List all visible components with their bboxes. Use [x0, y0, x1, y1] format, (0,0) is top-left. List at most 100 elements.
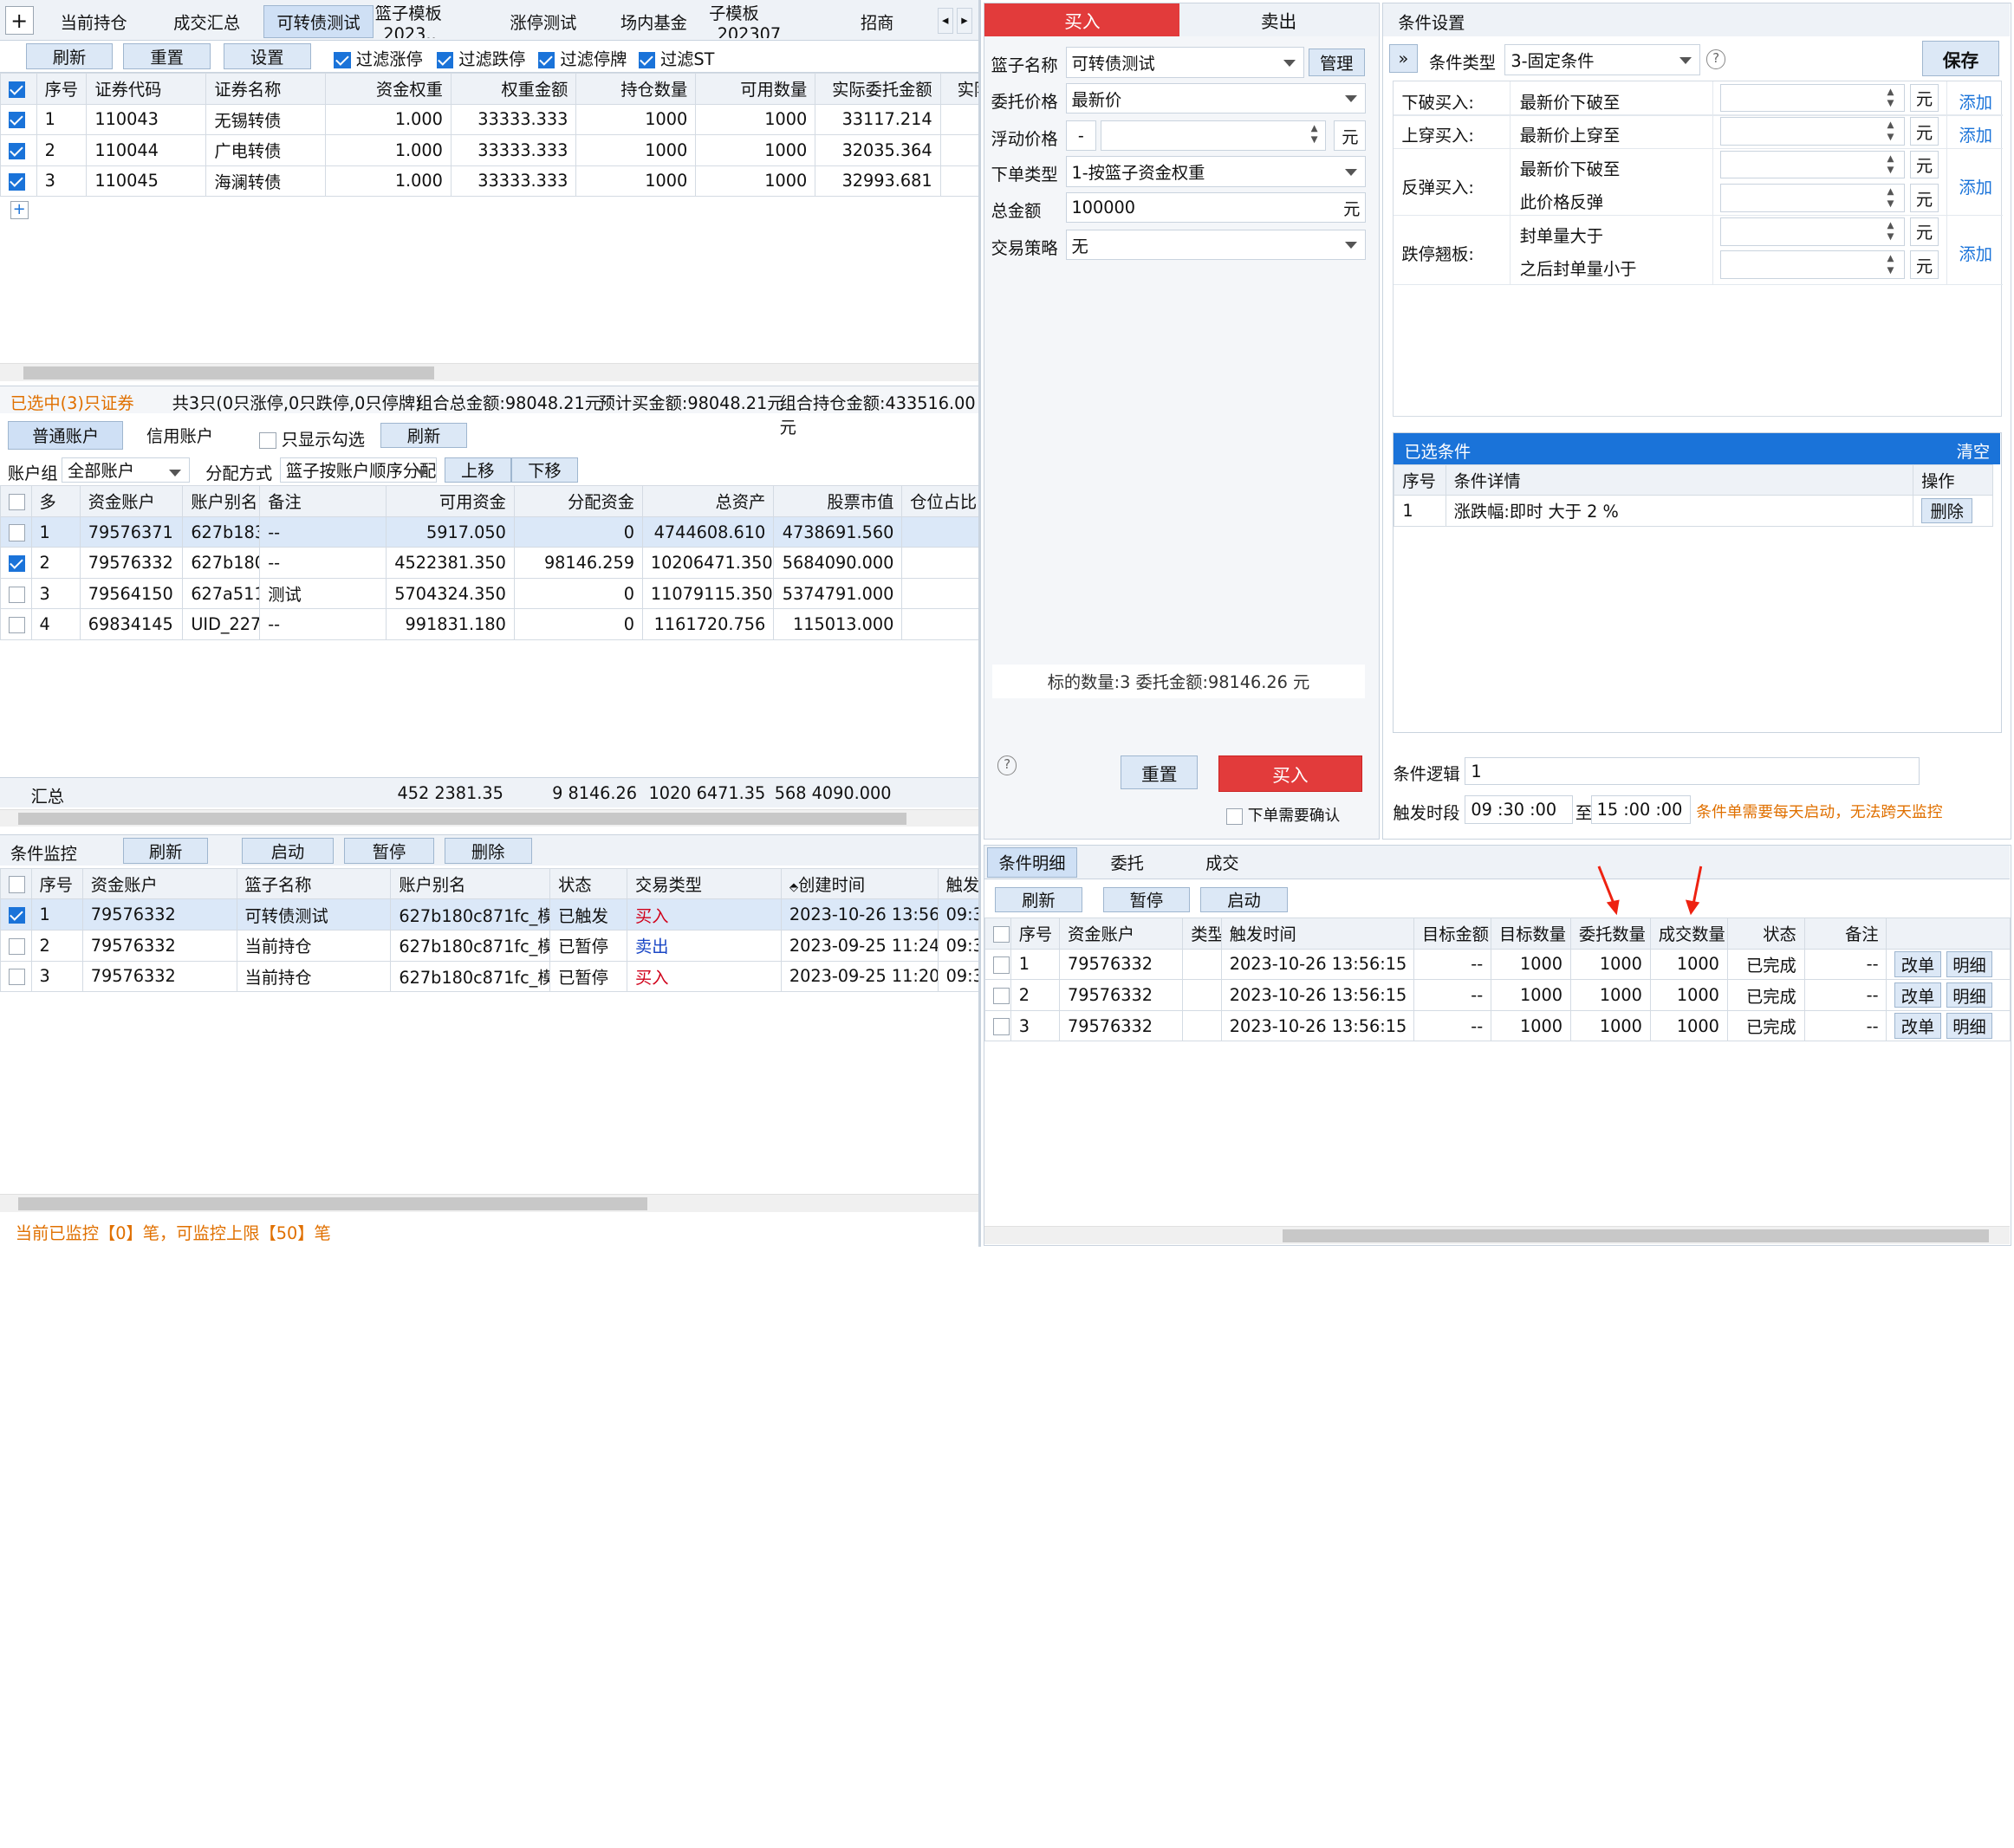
only-checked-checkbox[interactable]: [259, 431, 276, 450]
order-reset-button[interactable]: 重置: [1121, 755, 1199, 789]
distribution-select[interactable]: 篮子按账户顺序分配: [280, 457, 437, 483]
detail-button[interactable]: 明细: [1946, 982, 1993, 1008]
order-type-select[interactable]: 1-按篮子资金权重: [1065, 156, 1367, 187]
only-checked-toggle[interactable]: 只显示勾选: [259, 426, 365, 451]
row-checkbox[interactable]: [993, 987, 1010, 1005]
basket-select[interactable]: 可转债测试: [1065, 47, 1305, 78]
detail-start-button[interactable]: 启动: [1200, 886, 1288, 913]
logic-input[interactable]: 1: [1465, 756, 1920, 786]
monitor-refresh-button[interactable]: 刷新: [123, 838, 209, 864]
clear-button[interactable]: 清空: [1957, 438, 1991, 463]
checkbox[interactable]: [8, 81, 26, 98]
settings-button[interactable]: 设置: [223, 43, 311, 69]
tab-scroll-right-icon[interactable]: ▸: [957, 7, 972, 34]
start-time-input[interactable]: 09 :30 :00: [1465, 795, 1573, 824]
col-header[interactable]: 证券代码: [86, 72, 207, 105]
col-header[interactable]: 委托数量: [1569, 918, 1651, 950]
move-down-button[interactable]: 下移: [510, 457, 578, 483]
table-row[interactable]: 1 涨跌幅:即时 大于 2 % 删除: [1394, 495, 1994, 527]
detail-scrollbar[interactable]: [984, 1225, 2010, 1244]
filter-limit-down-checkbox[interactable]: [436, 52, 454, 69]
reset-button[interactable]: 重置: [123, 43, 211, 69]
tab-orders[interactable]: 委托: [1082, 847, 1173, 879]
filter-limit-up[interactable]: 过滤涨停: [334, 46, 423, 70]
condition-input[interactable]: [1719, 184, 1906, 212]
col-header[interactable]: 多: [30, 485, 81, 517]
tab-current-holdings[interactable]: 当前持仓: [38, 5, 148, 39]
col-header[interactable]: 可用资金: [385, 485, 515, 517]
filter-suspended[interactable]: 过滤停牌: [537, 46, 627, 70]
price-select[interactable]: 最新价: [1065, 82, 1367, 114]
col-header[interactable]: 成交数量: [1649, 918, 1728, 950]
order-buy-button[interactable]: 买入: [1218, 755, 1362, 792]
row-checkbox[interactable]: [8, 554, 26, 573]
row-checkbox[interactable]: [8, 969, 26, 986]
row-checkbox[interactable]: [993, 1018, 1010, 1035]
col-header[interactable]: 权重金额: [450, 72, 577, 105]
tab-condition-detail[interactable]: 条件明细: [987, 846, 1077, 879]
table-row[interactable]: 4 69834145 UID_227 -- 991831.180 0 1161720.75…: [0, 608, 979, 640]
end-time-input[interactable]: 15 :00 :00: [1590, 795, 1692, 824]
col-header[interactable]: 资金账户: [81, 867, 237, 900]
help-icon[interactable]: ?: [997, 755, 1017, 775]
table-row[interactable]: 3 79576332 2023-10-26 13:56:15 -- 1000 1000 1…: [984, 1009, 2011, 1042]
tab-normal-account[interactable]: 普通账户: [7, 421, 124, 450]
scrollbar-thumb[interactable]: [17, 812, 907, 826]
col-header[interactable]: 证券名称: [205, 72, 327, 105]
col-header[interactable]: 仓位占比: [901, 485, 979, 517]
account-refresh-button[interactable]: 刷新: [380, 422, 468, 449]
detail-button[interactable]: 明细: [1946, 1013, 1993, 1039]
col-header[interactable]: 类型: [1182, 918, 1222, 950]
save-button[interactable]: 保存: [1922, 40, 1999, 77]
row-checkbox[interactable]: [8, 524, 26, 541]
condition-type-select[interactable]: 3-固定条件: [1504, 44, 1700, 75]
detail-pause-button[interactable]: 暂停: [1102, 886, 1191, 913]
condition-help-icon[interactable]: ?: [1706, 49, 1726, 69]
account-scrollbar[interactable]: [0, 808, 979, 827]
select-all-checkbox[interactable]: [8, 493, 26, 511]
col-header[interactable]: 序号: [1010, 918, 1061, 950]
tab-scroll-left-icon[interactable]: ◂: [937, 7, 953, 34]
spinner-icon[interactable]: ▲ ▼: [1887, 186, 1894, 210]
col-header[interactable]: 序号: [36, 72, 88, 105]
detail-button[interactable]: 明细: [1946, 951, 1993, 977]
col-header[interactable]: 可用数量: [695, 72, 816, 105]
row-checkbox[interactable]: [993, 956, 1010, 974]
table-row[interactable]: 379576332当前持仓627b180c871fc_模拟已暂停 买入2023-…: [0, 960, 979, 993]
condition-input[interactable]: [1719, 117, 1906, 146]
col-header[interactable]: 股票市值: [773, 485, 903, 517]
spinner-icon[interactable]: ▲ ▼: [1311, 123, 1318, 146]
tab-trade-summary[interactable]: 成交汇总: [152, 5, 262, 39]
spinner-icon[interactable]: ▲ ▼: [1887, 87, 1894, 110]
table-row[interactable]: 179576332可转债测试627b180c871fc_模拟已触发 买入2023…: [0, 898, 979, 930]
tab-zhaoshang[interactable]: 招商: [822, 5, 932, 39]
col-header[interactable]: 资金账户: [1059, 918, 1184, 950]
buy-tab[interactable]: 买入: [984, 3, 1180, 37]
condition-input[interactable]: [1719, 150, 1906, 179]
delete-condition-button[interactable]: 删除: [1921, 497, 1973, 524]
filter-st[interactable]: 过滤ST: [638, 46, 714, 70]
col-header[interactable]: 分配资金: [513, 485, 643, 517]
filter-suspended-checkbox[interactable]: [537, 52, 555, 69]
col-header[interactable]: 账户别名: [182, 485, 261, 517]
select-all-checkbox[interactable]: [993, 925, 1010, 943]
row-checkbox[interactable]: [8, 586, 26, 603]
col-header[interactable]: 目标金额: [1413, 918, 1492, 950]
col-header[interactable]: 触发时间: [1220, 918, 1415, 950]
col-header[interactable]: 账户别名: [390, 867, 551, 900]
condition-input[interactable]: [1719, 83, 1906, 113]
modify-order-button[interactable]: 改单: [1894, 951, 1941, 977]
table-row[interactable]: 2 79576332 2023-10-26 13:56:15 -- 1000 1000 1…: [984, 979, 2011, 1011]
table-row[interactable]: 2 79576332 627b180 -- 4522381.350 98146.259 1…: [0, 547, 979, 579]
col-header[interactable]: 总资产: [641, 485, 775, 517]
col-header[interactable]: 备注: [1803, 918, 1887, 950]
monitor-start-button[interactable]: 启动: [241, 838, 335, 864]
tab-credit-account[interactable]: 信用账户: [128, 421, 231, 450]
scrollbar-thumb[interactable]: [17, 1197, 647, 1211]
tab-template-202307[interactable]: 子模板_202307: [709, 5, 819, 39]
col-header[interactable]: 持仓数量: [575, 72, 697, 105]
monitor-pause-button[interactable]: 暂停: [344, 838, 434, 864]
condition-input[interactable]: [1719, 217, 1906, 246]
col-header[interactable]: 备注: [259, 485, 387, 517]
securities-scrollbar[interactable]: [0, 363, 979, 382]
